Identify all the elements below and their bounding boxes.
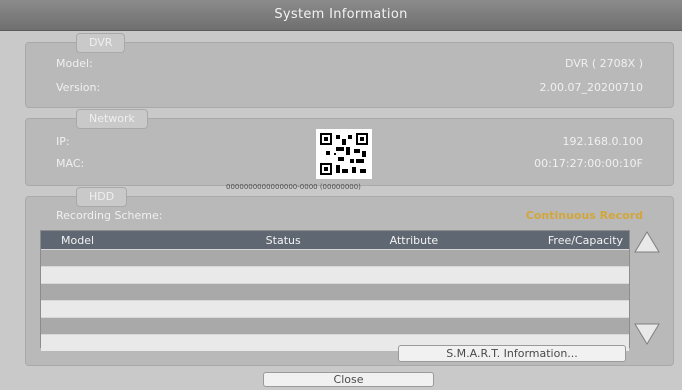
- window-title: System Information: [274, 7, 408, 22]
- version-value: 2.00.07_20200710: [539, 81, 643, 94]
- table-row[interactable]: [41, 249, 629, 266]
- hdd-table: Model Status Attribute Free/Capacity: [40, 230, 630, 351]
- table-header: Model Status Attribute Free/Capacity: [41, 231, 629, 249]
- close-button[interactable]: Close: [263, 372, 434, 387]
- column-model: Model: [61, 233, 95, 247]
- recording-scheme-value: Continuous Record: [525, 209, 643, 222]
- column-status: Status: [265, 233, 301, 247]
- qr-code-icon: [316, 129, 372, 179]
- column-free-capacity: Free/Capacity: [547, 233, 624, 247]
- model-label: Model:: [56, 57, 93, 70]
- qr-caption: 0000000000000000-0000 (00000000): [226, 183, 361, 191]
- model-value: DVR ( 2708X ): [564, 57, 643, 70]
- table-row[interactable]: [41, 317, 629, 334]
- column-attribute: Attribute: [389, 233, 439, 247]
- ip-value: 192.168.0.100: [562, 135, 643, 148]
- ip-label: IP:: [56, 135, 70, 148]
- table-row[interactable]: [41, 300, 629, 317]
- mac-value: 00:17:27:00:00:10F: [534, 157, 643, 170]
- scroll-down-icon[interactable]: [633, 320, 661, 348]
- version-label: Version:: [56, 81, 101, 94]
- network-panel: Network IP: 192.168.0.100 MAC: 00:17:27:…: [25, 109, 674, 191]
- dvr-legend: DVR: [76, 33, 126, 53]
- smart-information-button[interactable]: S.M.A.R.T. Information...: [398, 345, 626, 362]
- table-row[interactable]: [41, 266, 629, 283]
- table-row[interactable]: [41, 283, 629, 300]
- dvr-panel: DVR Model: DVR ( 2708X ) Version: 2.00.0…: [25, 33, 674, 108]
- scroll-up-icon[interactable]: [633, 228, 661, 256]
- network-legend: Network: [76, 109, 148, 129]
- title-bar: System Information: [0, 0, 682, 31]
- hdd-legend: HDD: [76, 187, 128, 207]
- mac-label: MAC:: [56, 157, 85, 170]
- recording-scheme-label: Recording Scheme:: [56, 209, 163, 222]
